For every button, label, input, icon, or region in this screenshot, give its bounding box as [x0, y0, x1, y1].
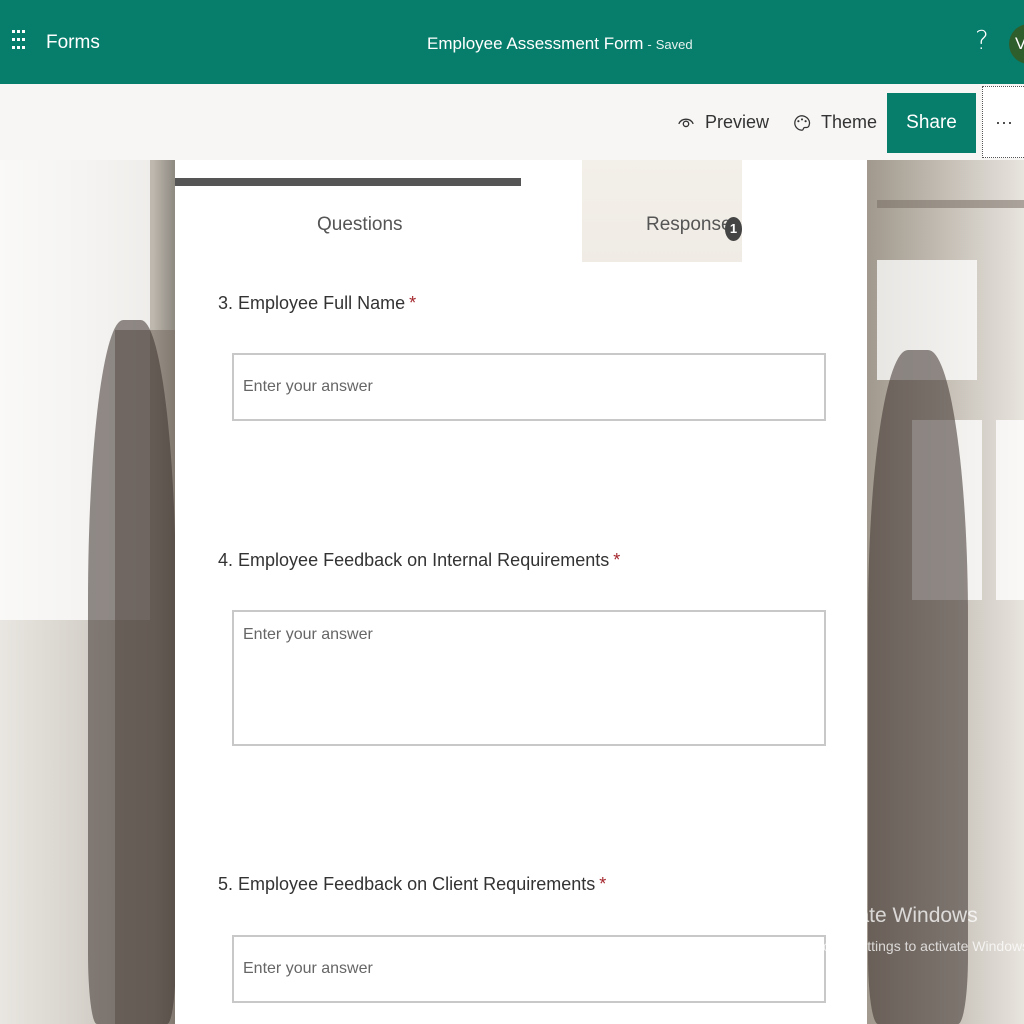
active-tab-indicator: [175, 178, 521, 186]
preview-button[interactable]: Preview: [677, 112, 769, 133]
form-editor-card: Questions Responses 1 3. Employee Full N…: [175, 160, 867, 1024]
watermark-title: Activate Windows: [812, 904, 978, 927]
save-status: Saved: [655, 37, 693, 52]
form-title: Employee Assessment Form - Saved: [427, 34, 693, 54]
app-header: Forms Employee Assessment Form - Saved ? V…: [0, 0, 1024, 84]
theme-button[interactable]: Theme: [793, 112, 877, 133]
avatar[interactable]: VI: [1009, 24, 1024, 64]
preview-label: Preview: [705, 112, 770, 132]
question-number: 5.: [218, 874, 234, 894]
required-mark: *: [613, 550, 621, 570]
palette-icon: [794, 114, 811, 131]
question-number: 4.: [218, 550, 234, 570]
app-launcher-icon[interactable]: [12, 30, 26, 54]
responses-count-badge: 1: [725, 217, 742, 241]
tab-questions[interactable]: Questions: [317, 214, 403, 236]
question-text: Employee Full Name: [238, 293, 406, 313]
question-title: 3. Employee Full Name *: [218, 293, 416, 314]
question-number: 3.: [218, 293, 234, 313]
question-text: Employee Feedback on Internal Requiremen…: [238, 550, 610, 570]
editor-tabs: Questions Responses 1: [175, 160, 867, 262]
more-options-button[interactable]: ···: [982, 86, 1024, 158]
form-title-text: Employee Assessment Form: [427, 34, 644, 53]
required-mark: *: [409, 293, 417, 313]
answer-input-internal-requirements[interactable]: [232, 610, 826, 746]
answer-input-client-requirements[interactable]: [232, 935, 826, 1003]
question-title: 4. Employee Feedback on Internal Require…: [218, 550, 620, 571]
question-text: Employee Feedback on Client Requirements: [238, 874, 596, 894]
activate-windows-watermark: Activate Windows Go to Settings to activ…: [812, 904, 1024, 954]
eye-icon: [678, 118, 694, 127]
command-bar: Preview Theme: [0, 84, 1024, 160]
help-icon[interactable]: ?: [975, 26, 989, 56]
title-separator: -: [647, 37, 652, 52]
question-title: 5. Employee Feedback on Client Requireme…: [218, 874, 606, 895]
answer-input-full-name[interactable]: [232, 353, 826, 421]
responses-tab-background: [582, 160, 742, 262]
theme-label: Theme: [821, 112, 878, 132]
app-name[interactable]: Forms: [46, 32, 100, 54]
watermark-subtitle: Go to Settings to activate Windows.: [812, 938, 1024, 954]
required-mark: *: [599, 874, 607, 894]
share-button[interactable]: Share: [887, 93, 976, 153]
